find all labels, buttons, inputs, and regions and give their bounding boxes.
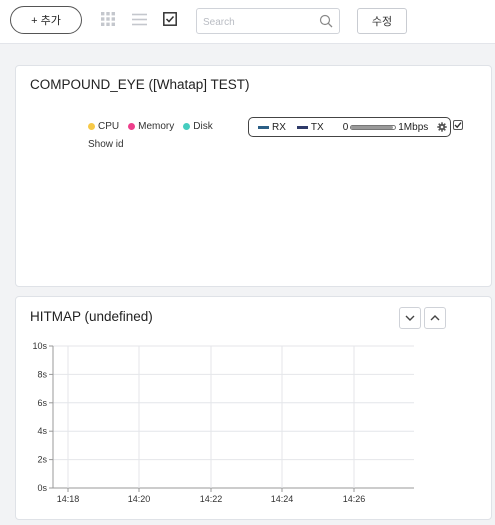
- tx-swatch-icon: [296, 125, 308, 129]
- collapse-down-button[interactable]: [399, 307, 421, 329]
- search-input[interactable]: [203, 13, 313, 31]
- chevron-up-icon: [430, 315, 440, 321]
- network-enable-checkbox[interactable]: [453, 120, 463, 130]
- top-toolbar: + 추가 수정: [0, 0, 495, 44]
- network-legend-box: RX TX 0 1Mbps: [248, 117, 451, 137]
- network-max-label: 1Mbps: [398, 121, 429, 133]
- cpu-dot-icon: [88, 123, 95, 130]
- search-box: [196, 8, 340, 34]
- x-tick-label: 14:20: [128, 494, 151, 504]
- add-widget-button[interactable]: + 추가: [10, 6, 82, 34]
- legend-item-cpu[interactable]: CPU: [88, 121, 119, 132]
- search-icon[interactable]: [319, 14, 333, 28]
- checkbox-view-icon[interactable]: [162, 11, 178, 27]
- y-tick-label: 2s: [37, 455, 47, 465]
- disk-dot-icon: [183, 123, 191, 130]
- hitmap-chart[interactable]: 0s 2s 4s 6s 8s 10s 14:18 14:20 14:22 14:24 14:26: [16, 337, 491, 517]
- x-tick-label: 14:26: [343, 494, 366, 504]
- rx-swatch-icon: [258, 125, 269, 129]
- network-scale-slider[interactable]: [350, 124, 397, 130]
- legend-item-disk[interactable]: Disk: [183, 121, 213, 132]
- network-min-label: 0: [342, 121, 349, 133]
- compound-eye-card: COMPOUND_EYE ([Whatap] TEST) CPU Memory …: [15, 65, 492, 287]
- edit-button[interactable]: 수정: [357, 8, 407, 34]
- legend-label-cpu: CPU: [98, 121, 120, 132]
- legend-item-memory[interactable]: Memory: [128, 121, 174, 132]
- compound-eye-legend: CPU Memory Disk: [88, 121, 222, 132]
- gear-icon[interactable]: [437, 122, 447, 132]
- compound-eye-title: COMPOUND_EYE ([Whatap] TEST): [30, 77, 250, 92]
- chevron-down-icon: [405, 315, 415, 321]
- checkmark-icon: [454, 122, 462, 129]
- list-view-icon[interactable]: [131, 11, 147, 27]
- y-tick-label: 8s: [37, 369, 47, 379]
- show-id-toggle[interactable]: Show id: [88, 139, 124, 150]
- legend-label-disk: Disk: [193, 121, 213, 132]
- hitmap-card: HITMAP (undefined) 0s 2s 4s 6s 8s 10s 14:18 14:…: [15, 296, 492, 520]
- legend-label-memory: Memory: [138, 121, 175, 132]
- rx-label: RX: [272, 121, 286, 133]
- tx-label: TX: [310, 121, 324, 133]
- hitmap-title: HITMAP (undefined): [30, 309, 153, 324]
- y-tick-label: 4s: [37, 426, 47, 436]
- memory-dot-icon: [128, 123, 136, 130]
- grid-view-icon[interactable]: [100, 11, 116, 27]
- y-tick-label: 6s: [37, 398, 47, 408]
- x-tick-label: 14:18: [57, 494, 80, 504]
- x-tick-label: 14:22: [200, 494, 223, 504]
- y-tick-label: 0s: [37, 483, 47, 493]
- x-tick-label: 14:24: [271, 494, 294, 504]
- expand-up-button[interactable]: [424, 307, 446, 329]
- y-tick-label: 10s: [32, 341, 47, 351]
- network-scale-fill: [351, 125, 394, 129]
